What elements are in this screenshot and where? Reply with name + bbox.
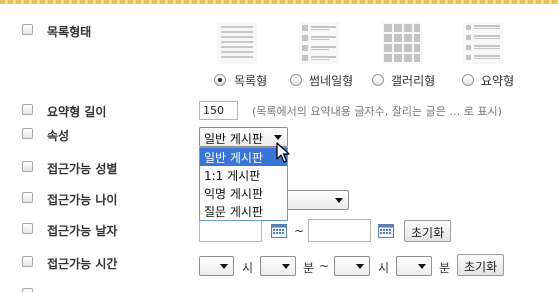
gallery-layout-label: 갤러리형 xyxy=(391,74,436,88)
access-gender-label: 접근가능 성별 xyxy=(47,162,118,176)
thumbnail-layout-icon xyxy=(299,22,339,64)
list-type-checkbox[interactable] xyxy=(22,24,33,35)
attribute-option-question[interactable]: 질문 게시판 xyxy=(200,202,287,220)
thumbnail-layout-label: 썸네일형 xyxy=(309,74,354,88)
list-type-label: 목록형태 xyxy=(47,25,92,39)
chevron-down-icon xyxy=(418,264,426,269)
access-time-label: 접근가능 시간 xyxy=(47,257,118,271)
top-border-strip xyxy=(0,0,559,4)
chevron-down-icon xyxy=(335,198,343,203)
access-age-checkbox[interactable] xyxy=(22,192,33,203)
calendar-icon[interactable] xyxy=(378,223,394,238)
attribute-option-anonymous[interactable]: 익명 게시판 xyxy=(200,184,287,202)
chevron-down-icon xyxy=(220,264,228,269)
summary-length-hint: (목록에서의 요약내용 글자수, 잘리는 글은 … 로 표시) xyxy=(252,105,502,118)
attribute-select-value: 일반 게시판 xyxy=(204,132,264,146)
time-start-hour-unit: 시 xyxy=(242,261,254,275)
attribute-select[interactable]: 일반 게시판 xyxy=(199,127,288,147)
date-end-input[interactable] xyxy=(308,219,371,242)
list-layout-icon xyxy=(217,22,257,64)
gallery-layout-icon xyxy=(382,22,422,64)
attribute-option-one-to-one[interactable]: 1:1 게시판 xyxy=(200,166,287,184)
access-time-checkbox[interactable] xyxy=(22,256,33,267)
attribute-label: 속성 xyxy=(47,129,70,143)
access-date-checkbox[interactable] xyxy=(22,223,33,234)
access-age-label: 접근가능 나이 xyxy=(47,193,118,207)
attribute-dropdown-list: 일반 게시판 1:1 게시판 익명 게시판 질문 게시판 xyxy=(199,147,288,221)
summary-layout-radio[interactable] xyxy=(462,74,474,86)
summary-layout-icon xyxy=(463,22,503,64)
attribute-checkbox[interactable] xyxy=(22,128,33,139)
time-end-minute-select[interactable] xyxy=(396,256,432,276)
chevron-down-icon xyxy=(274,135,282,140)
time-end-hour-unit: 시 xyxy=(378,261,390,275)
date-range-separator: ~ xyxy=(294,224,305,238)
time-start-minute-select[interactable] xyxy=(260,256,296,276)
access-gender-checkbox[interactable] xyxy=(22,161,33,172)
list-layout-label: 목록형 xyxy=(234,74,268,88)
date-start-input[interactable] xyxy=(199,219,262,242)
cutoff-row xyxy=(0,286,559,292)
time-reset-button[interactable]: 초기화 xyxy=(457,254,505,276)
mouse-cursor-icon xyxy=(276,142,290,163)
summary-length-input[interactable]: 150 xyxy=(199,101,238,120)
time-range-separator: ~ xyxy=(319,259,330,273)
summary-length-label: 요약형 길이 xyxy=(47,105,107,119)
thumbnail-layout-radio[interactable] xyxy=(290,74,302,86)
date-reset-button[interactable]: 초기화 xyxy=(404,220,452,242)
time-start-minute-unit: 분 xyxy=(303,261,315,275)
chevron-down-icon xyxy=(282,264,290,269)
chevron-down-icon xyxy=(356,264,364,269)
gallery-layout-radio[interactable] xyxy=(372,74,384,86)
time-end-hour-select[interactable] xyxy=(334,256,370,276)
time-start-hour-select[interactable] xyxy=(199,256,234,276)
cutoff-row-checkbox[interactable] xyxy=(22,288,33,292)
attribute-option-general[interactable]: 일반 게시판 xyxy=(200,148,287,166)
calendar-icon[interactable] xyxy=(271,223,287,238)
access-date-label: 접근가능 날자 xyxy=(47,224,118,238)
list-layout-radio[interactable] xyxy=(214,74,226,86)
summary-layout-label: 요약형 xyxy=(481,74,515,88)
summary-length-checkbox[interactable] xyxy=(22,104,33,115)
time-end-minute-unit: 분 xyxy=(439,261,451,275)
